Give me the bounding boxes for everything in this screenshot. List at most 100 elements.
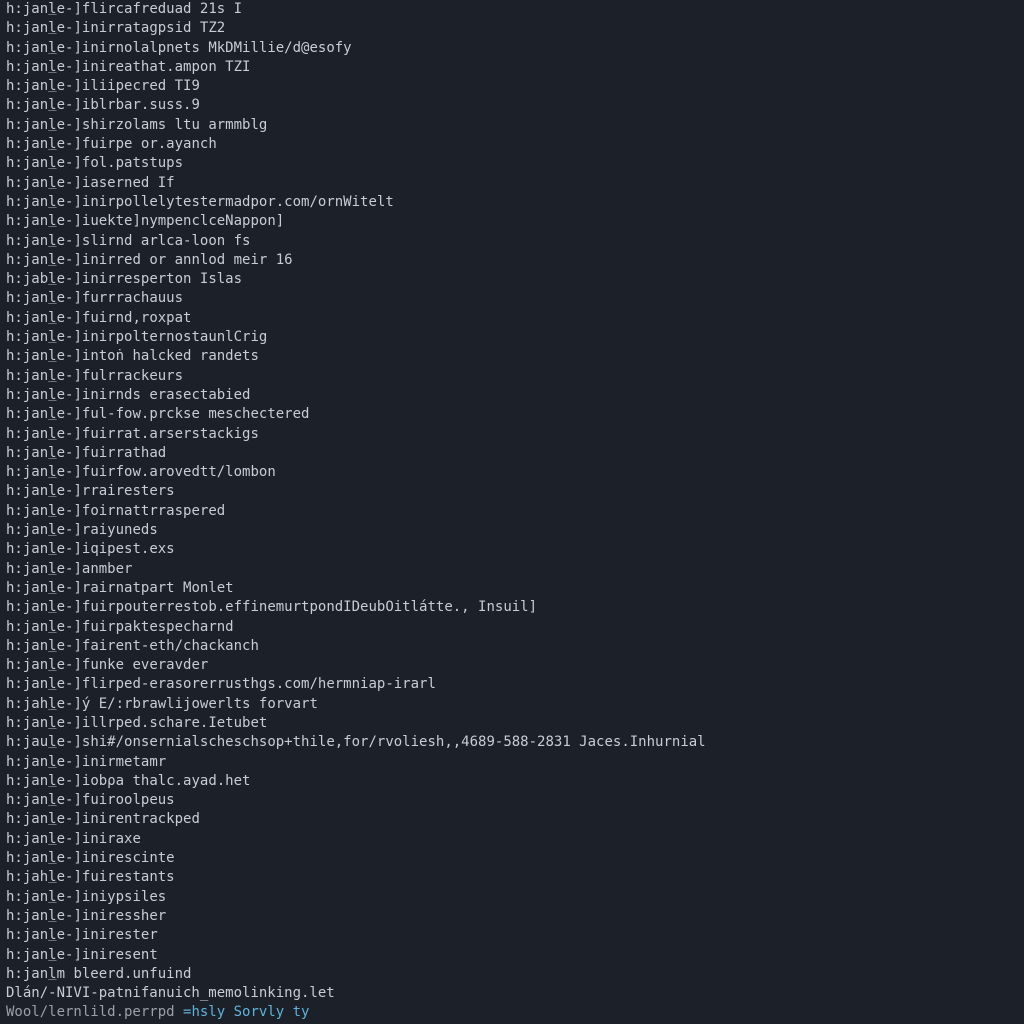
line-prefix: h:janle-] [6, 136, 82, 152]
line-content: inirnds erasectabied [82, 387, 251, 403]
line-prefix: h:janle-] [6, 889, 82, 905]
line-content: flirped-erasorerrusthgs.com/hermniap-ira… [82, 676, 436, 692]
line-prefix: h:janle-] [6, 348, 82, 364]
line-content: slirnd arlca-loon fs [82, 233, 251, 249]
line-content: inirresperton Islas [82, 271, 242, 287]
terminal-line: h:janle-]inirmetamr [6, 753, 1018, 772]
line-prefix: h:janle-] [6, 850, 82, 866]
terminal-line: h:janle-]fuirfow.arovedtt/lombon [6, 463, 1018, 482]
line-content: iliipecred TI9 [82, 78, 200, 94]
terminal-line: h:janle-]fairent-eth/chackanch [6, 637, 1018, 656]
terminal-output[interactable]: h:janle-]flircafreduad 21s Ih:janle-]ini… [0, 0, 1024, 1023]
line-content: inirnolalpnets MkDMillie/d@esofy [82, 40, 352, 56]
terminal-line: h:janle-]illrped.schare.Ietubet [6, 714, 1018, 733]
path-line: Dlán/-NIVI-patnifanuich_memolinking.let [6, 984, 1018, 1003]
terminal-line: h:jaule-]shi#/onsernialscheschsop+thile,… [6, 733, 1018, 752]
line-content: flircafreduad 21s I [82, 1, 242, 17]
terminal-line: h:janle-]inirester [6, 926, 1018, 945]
line-prefix: h:jable-] [6, 271, 82, 287]
line-prefix: h:janle-] [6, 426, 82, 442]
line-content: fairent-eth/chackanch [82, 638, 259, 654]
prompt-arg: Sorvly ty [234, 1004, 310, 1020]
terminal-line: h:janle-]foirnattrraspered [6, 502, 1018, 521]
line-prefix: h:janle-] [6, 908, 82, 924]
line-prefix: h:janle-] [6, 464, 82, 480]
line-content: fuirrat.arserstackigs [82, 426, 259, 442]
terminal-line: h:janle-]iuekte]nympenclceNappon] [6, 212, 1018, 231]
line-prefix: h:janle-] [6, 811, 82, 827]
line-prefix: h:jahle-] [6, 696, 82, 712]
terminal-line: h:jable-]inirresperton Islas [6, 270, 1018, 289]
line-prefix: h:jaule-] [6, 734, 82, 750]
terminal-line: h:janle-]flirped-erasorerrusthgs.com/her… [6, 675, 1018, 694]
prompt-dir: Wool/lernlild.perrpd [6, 1004, 183, 1020]
line-prefix: h:janle-] [6, 676, 82, 692]
line-content: fuirrathad [82, 445, 166, 461]
line-prefix: h:janle-] [6, 406, 82, 422]
terminal-line: h:jahle-]ý E/:rbrawlijowerlts forvart [6, 695, 1018, 714]
terminal-line: h:janle-]inireathat.ampon TZI [6, 58, 1018, 77]
line-content: fuirestants [82, 869, 175, 885]
line-prefix: h:janle-] [6, 117, 82, 133]
terminal-line: h:janle-]iniresent [6, 946, 1018, 965]
line-content: inirmetamr [82, 754, 166, 770]
line-prefix: h:janle-] [6, 78, 82, 94]
line-content: shi#/onsernialscheschsop+thile,for/rvoli… [82, 734, 706, 750]
line-prefix: h:janle-] [6, 290, 82, 306]
line-content: anmber [82, 561, 133, 577]
terminal-line: h:janle-]rairnatpart Monlet [6, 579, 1018, 598]
prompt-line[interactable]: Wool/lernlild.perrpd =hsly Sorvly ty [6, 1003, 1018, 1022]
terminal-line: h:janle-]shirzolams ltu armmblg [6, 116, 1018, 135]
line-prefix: h:janle-] [6, 194, 82, 210]
prompt-command: =hsly [183, 1004, 234, 1020]
line-prefix: h:janle-] [6, 59, 82, 75]
line-prefix: h:janle-] [6, 715, 82, 731]
terminal-line: h:janle-]anmber [6, 560, 1018, 579]
line-prefix: h:jahle-] [6, 869, 82, 885]
line-prefix: h:janle-] [6, 155, 82, 171]
line-content: furrrachauus [82, 290, 183, 306]
line-content: shirzolams ltu armmblg [82, 117, 267, 133]
terminal-line: h:janle-]intoṅ halcked randets [6, 347, 1018, 366]
line-prefix: h:janle-] [6, 20, 82, 36]
line-prefix: h:janle-] [6, 213, 82, 229]
line-prefix: h:janle-] [6, 1, 82, 17]
terminal-line: h:janle-]iblrbar.suss.9 [6, 96, 1018, 115]
line-content: fuirfow.arovedtt/lombon [82, 464, 276, 480]
terminal-line: h:janle-]fuirnd,roxpat [6, 309, 1018, 328]
line-prefix: h:janle-] [6, 329, 82, 345]
line-prefix: h:janle-] [6, 387, 82, 403]
line-content: iblrbar.suss.9 [82, 97, 200, 113]
line-content: iaserned If [82, 175, 175, 191]
line-prefix: h:janle-] [6, 40, 82, 56]
line-content: ý E/:rbrawlijowerlts forvart [82, 696, 318, 712]
line-content: fuirpaktespecharnd [82, 619, 234, 635]
line-content: raiyuneds [82, 522, 158, 538]
line-prefix: h:janle-] [6, 657, 82, 673]
line-prefix: h:janle-] [6, 233, 82, 249]
line-content: fulrrackeurs [82, 368, 183, 384]
terminal-line: h:janle-]fol.patstups [6, 154, 1018, 173]
line-content: fuirnd,roxpat [82, 310, 192, 326]
line-content: iobρa thalc.ayad.het [82, 773, 251, 789]
line-content: iniraxe [82, 831, 141, 847]
terminal-line: h:janle-]furrrachauus [6, 289, 1018, 308]
line-content: inirratagpsid TZ2 [82, 20, 225, 36]
terminal-line: h:janle-]iqipest.exs [6, 540, 1018, 559]
line-content: inirescinte [82, 850, 175, 866]
terminal-line: h:janle-]iniraxe [6, 830, 1018, 849]
line-prefix: h:janle-] [6, 483, 82, 499]
line-prefix: h:janle-] [6, 503, 82, 519]
line-prefix: h:janle-] [6, 792, 82, 808]
terminal-line: h:janle-]fuiroolpeus [6, 791, 1018, 810]
line-prefix: h:janle-] [6, 947, 82, 963]
terminal-line: h:janle-]inirpolternostaunlCrig [6, 328, 1018, 347]
terminal-line: h:janle-]iliipecred TI9 [6, 77, 1018, 96]
terminal-line: h:janle-]inirentrackped [6, 810, 1018, 829]
terminal-line: h:janle-]inirratagpsid TZ2 [6, 19, 1018, 38]
line-prefix: h:janle-] [6, 175, 82, 191]
line-content: bleerd.unfuind [73, 966, 191, 982]
line-prefix: h:janle-] [6, 580, 82, 596]
terminal-line: h:janle-]fuirrat.arserstackigs [6, 425, 1018, 444]
terminal-line: h:janle-]fuirpaktespecharnd [6, 618, 1018, 637]
